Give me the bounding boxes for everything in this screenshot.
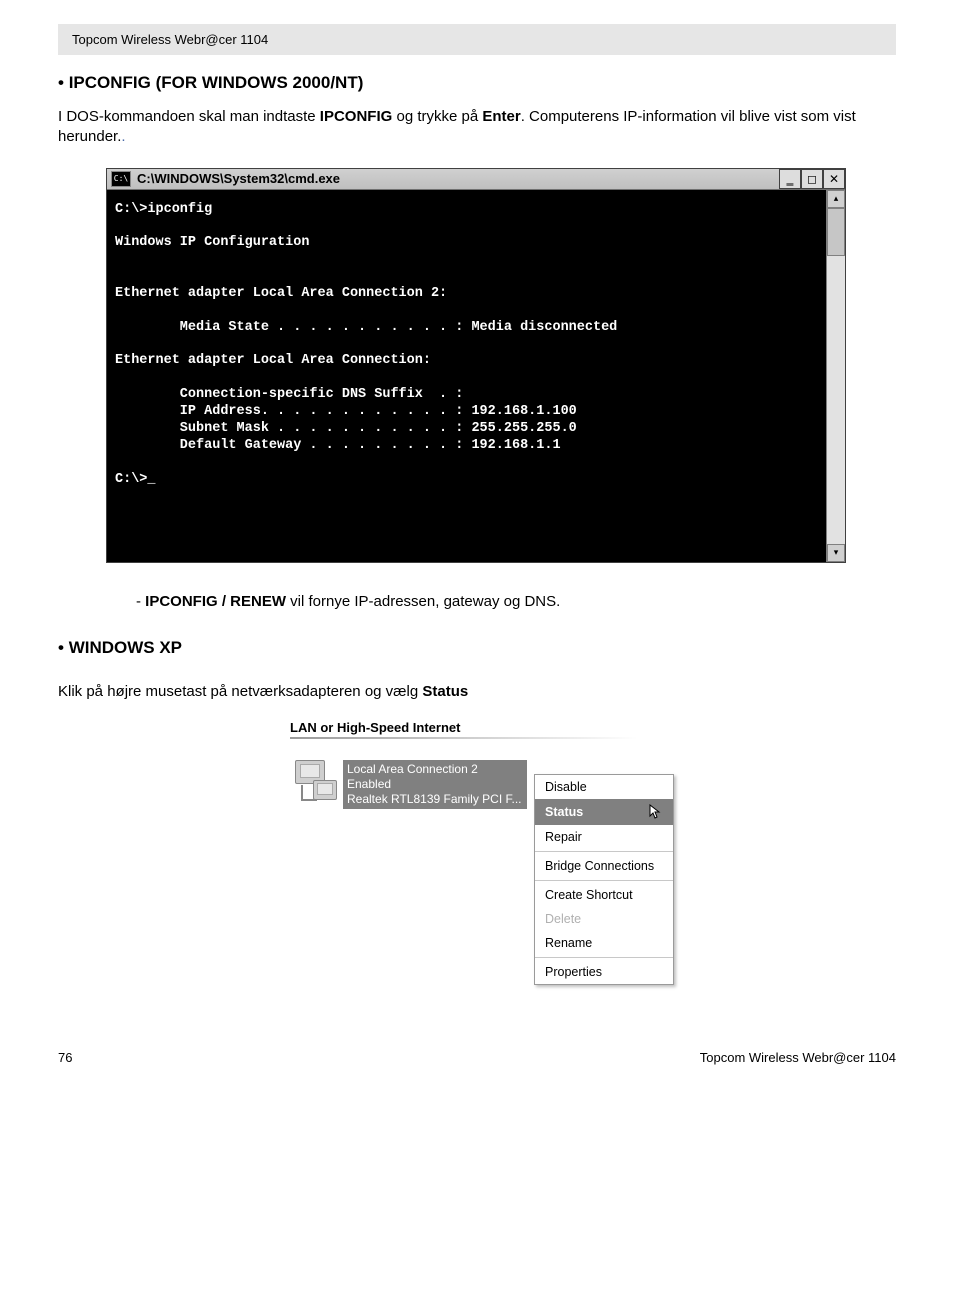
renew-text: vil fornye IP-adressen, gateway og DNS. (286, 593, 560, 610)
footer-product: Topcom Wireless Webr@cer 1104 (700, 1050, 896, 1065)
doc-header-bar: Topcom Wireless Webr@cer 1104 (58, 24, 896, 55)
lan-status: Enabled (347, 777, 523, 792)
lan-item-text: Local Area Connection 2 Enabled Realtek … (343, 760, 527, 809)
ctx-delete: Delete (535, 907, 673, 931)
ctx-bridge[interactable]: Bridge Connections (535, 854, 673, 878)
section-title-xp: • WINDOWS XP (58, 638, 896, 658)
ctx-separator (535, 957, 673, 958)
para-text: Klik på højre musetast på netværksadapte… (58, 683, 422, 700)
cmd-title: C:\WINDOWS\System32\cmd.exe (137, 169, 779, 188)
para-text: og trykke på (392, 108, 482, 125)
ctx-separator (535, 851, 673, 852)
lan-name: Local Area Connection 2 (347, 762, 523, 777)
lan-header: LAN or High-Speed Internet (290, 720, 676, 737)
section-title-text: IPCONFIG (FOR WINDOWS 2000/NT) (69, 73, 364, 92)
bullet: • (58, 73, 64, 92)
page-number: 76 (58, 1050, 72, 1065)
ctx-rename[interactable]: Rename (535, 931, 673, 955)
bullet: • (58, 638, 64, 657)
cmd-icon: C:\ (111, 171, 131, 187)
cmd-screenshot: C:\ C:\WINDOWS\System32\cmd.exe ‗ ◻ ✕ C:… (106, 168, 846, 563)
ctx-separator (535, 880, 673, 881)
scrollbar[interactable]: ▴ ▾ (826, 190, 845, 562)
ctx-status[interactable]: Status (535, 799, 673, 825)
section1-paragraph: I DOS-kommandoen skal man indtaste IPCON… (58, 107, 896, 148)
status-word: Status (422, 683, 468, 700)
network-connection-icon (291, 760, 343, 808)
page-footer: 76 Topcom Wireless Webr@cer 1104 (58, 1050, 896, 1065)
enter-word: Enter (482, 108, 520, 125)
lan-adapter: Realtek RTL8139 Family PCI F... (347, 792, 523, 807)
ctx-properties[interactable]: Properties (535, 960, 673, 984)
section-title-text: WINDOWS XP (69, 638, 182, 657)
ctx-repair[interactable]: Repair (535, 825, 673, 849)
renew-note: - IPCONFIG / RENEW vil fornye IP-adresse… (136, 593, 896, 610)
scroll-down-icon[interactable]: ▾ (827, 544, 845, 562)
maximize-button[interactable]: ◻ (801, 169, 823, 189)
lan-divider (290, 737, 676, 739)
para-text: I DOS-kommandoen skal man indtaste (58, 108, 320, 125)
cursor-icon (649, 804, 663, 820)
cmd-icon-text: C:\ (114, 174, 128, 183)
section-title-ipconfig: • IPCONFIG (FOR WINDOWS 2000/NT) (58, 73, 896, 93)
context-menu: Disable Status Repair Bridge Connections… (534, 774, 674, 985)
scroll-up-icon[interactable]: ▴ (827, 190, 845, 208)
cmd-titlebar: C:\ C:\WINDOWS\System32\cmd.exe ‗ ◻ ✕ (107, 169, 845, 190)
dash: - (136, 593, 145, 610)
lan-panel-screenshot: LAN or High-Speed Internet Local Area Co… (290, 720, 676, 810)
scroll-track[interactable] (827, 208, 845, 544)
ctx-shortcut[interactable]: Create Shortcut (535, 883, 673, 907)
ctx-disable[interactable]: Disable (535, 775, 673, 799)
trailing-dot: . (121, 128, 125, 145)
ipconfig-word: IPCONFIG (320, 108, 393, 125)
lan-connection-item[interactable]: Local Area Connection 2 Enabled Realtek … (290, 759, 528, 810)
renew-cmd: IPCONFIG / RENEW (145, 593, 286, 610)
close-button[interactable]: ✕ (823, 169, 845, 189)
scroll-thumb[interactable] (827, 208, 845, 256)
section2-paragraph: Klik på højre musetast på netværksadapte… (58, 682, 896, 702)
minimize-button[interactable]: ‗ (779, 169, 801, 189)
cmd-output: C:\>ipconfig Windows IP Configuration Et… (107, 190, 826, 562)
ctx-status-label: Status (545, 805, 583, 819)
